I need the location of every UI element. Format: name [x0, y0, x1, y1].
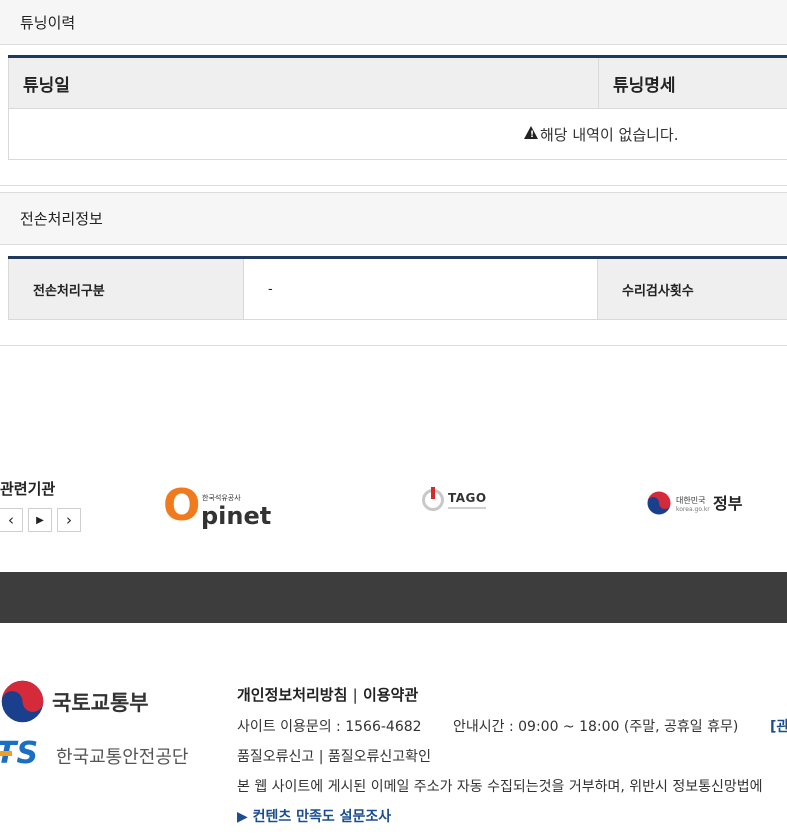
molit-logo-text: 국토교통부 [52, 691, 149, 715]
tuning-empty-row: ! 해당 내역이 없습니다. [9, 109, 787, 159]
repair-inspection-count-label: 수리검사횟수 [597, 259, 787, 319]
play-button[interactable]: ▶ [28, 508, 52, 532]
tuning-table: 튜닝일 튜닝명세 ! 해당 내역이 없습니다. [8, 58, 787, 160]
opinet-logo-o: O [163, 480, 201, 531]
tago-logo-text: TAGO [448, 491, 487, 505]
taegeuk-icon [1, 680, 44, 723]
tuning-history-header: 튜닝이력 [0, 0, 787, 45]
footer-dark-band [0, 572, 787, 623]
tago-logo-link[interactable]: TAGO [422, 487, 492, 515]
transfer-info-header: 전손처리정보 [0, 192, 787, 245]
footer-policy-links: 개인정보처리방침 | 이용약관 [237, 686, 419, 704]
quality-check-link[interactable]: 품질오류신고확인 [328, 749, 431, 765]
footer-email-notice: 본 웹 사이트에 게시된 이메일 주소가 자동 수집되는것을 거부하며, 위반시… [237, 779, 763, 795]
taegeuk-icon [646, 490, 672, 516]
kotsa-logo-text: 한국교통안전공단 [56, 747, 189, 768]
transfer-type-value: - [268, 281, 273, 297]
transfer-type-label: 전손처리구분 [9, 259, 244, 319]
next-button[interactable]: › [57, 508, 81, 532]
tuning-detail-header: 튜닝명세 [599, 58, 787, 109]
quality-report-link[interactable]: 품질오류신고 [237, 749, 314, 765]
survey-link[interactable]: ▶ 컨텐츠 만족도 설문조사 [237, 806, 391, 826]
related-orgs-title: 관련기관 [0, 480, 56, 498]
gov-logo-small: 대한민국 [676, 496, 706, 505]
kotsa-logo[interactable]: TS 한국교통안전공단 [0, 736, 190, 773]
play-icon: ▶ [36, 514, 44, 526]
terms-link[interactable]: 이용약관 [363, 686, 418, 704]
molit-logo[interactable]: 국토교통부 [0, 679, 160, 725]
divider [0, 345, 787, 346]
tuning-date-header: 튜닝일 [9, 58, 599, 109]
transfer-info-title: 전손처리정보 [20, 210, 103, 228]
related-orgs-controls: ‹ ▶ › [0, 508, 81, 532]
gov-logo-url: korea.go.kr [676, 506, 710, 513]
chevron-right-icon: › [66, 511, 72, 529]
privacy-policy-link[interactable]: 개인정보처리방침 [237, 686, 347, 704]
transfer-table: 전손처리구분 - 수리검사횟수 [8, 259, 787, 320]
tuning-history-title: 튜닝이력 [20, 13, 76, 32]
footer-related-link[interactable]: [관 [770, 716, 787, 736]
divider [0, 185, 787, 186]
gov-logo-big: 정부 [713, 494, 743, 513]
opinet-logo-link[interactable]: O 한국석유공사 pinet [160, 480, 275, 532]
footer-hours: 안내시간 : 09:00 ~ 18:00 (주말, 공휴일 휴무) [453, 719, 739, 735]
empty-message: 해당 내역이 없습니다. [540, 126, 679, 144]
prev-button[interactable]: ‹ [0, 508, 23, 532]
opinet-logo-text: pinet [201, 502, 272, 530]
footer-contact: 사이트 이용문의 : 1566-4682 [237, 719, 422, 735]
chevron-left-icon: ‹ [8, 511, 14, 529]
gov-logo-link[interactable]: 대한민국 정부 korea.go.kr [646, 490, 746, 516]
footer-quality-links: 품질오류신고 | 품질오류신고확인 [237, 749, 431, 765]
